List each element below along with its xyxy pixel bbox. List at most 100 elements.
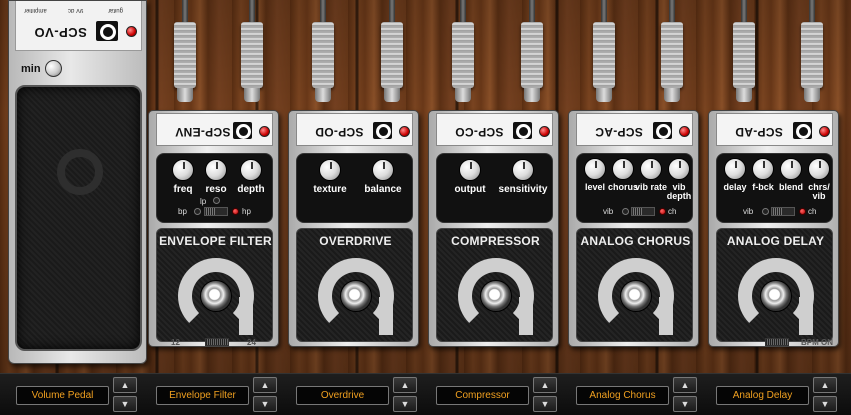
switch-label-lp: lp — [200, 197, 207, 206]
switch-led-right — [659, 208, 666, 215]
knob-texture[interactable] — [319, 159, 341, 181]
slot-up-arrow-icon[interactable]: ▲ — [673, 377, 697, 393]
ampeg-arc-bar — [799, 297, 813, 335]
slot-down-arrow-icon[interactable]: ▼ — [533, 396, 557, 412]
knob-level[interactable] — [584, 158, 606, 180]
switch-label-right: ch — [808, 207, 817, 216]
control-panel: freq reso depth lp bp hp — [156, 153, 273, 223]
switch-led-left — [194, 208, 201, 215]
control-panel: delay f-bck blend chrs/ vib vib ch — [716, 153, 833, 223]
switch-led-right — [799, 208, 806, 215]
knob-vib-rate[interactable] — [640, 158, 662, 180]
slot-selector[interactable]: Envelope Filter — [156, 386, 249, 405]
volume-pedal-led — [126, 26, 137, 37]
slot-down-arrow-icon[interactable]: ▼ — [813, 396, 837, 412]
knob-depth[interactable] — [240, 159, 262, 181]
mode-toggle-switch[interactable] — [771, 207, 795, 216]
bpm-toggle[interactable] — [765, 338, 789, 346]
volume-treadle[interactable] — [15, 85, 142, 351]
slot-selector[interactable]: Analog Delay — [716, 386, 809, 405]
stomp-footswitch[interactable] — [620, 280, 652, 312]
slot-down-arrow-icon[interactable]: ▼ — [393, 396, 417, 412]
switch-label-left: bp — [178, 207, 187, 216]
pedal-nameplate: SCP-OD — [296, 113, 413, 146]
pedal-nameplate: SCP-CO — [436, 113, 553, 146]
volume-pedal-head: amplifier 9V dc guitar SCP-VO — [15, 1, 142, 51]
slot-selector[interactable]: Compressor — [436, 386, 529, 405]
pedal-nameplate: SCP-ENV — [156, 113, 273, 146]
knob-output[interactable] — [459, 159, 481, 181]
ampeg-logo-icon — [96, 21, 118, 41]
knob-delay[interactable] — [724, 158, 746, 180]
stomp-footswitch[interactable] — [200, 280, 232, 312]
pedal-envelope-filter[interactable]: SCP-ENV freq reso depth lp bp hp ENVELOPE FILTE… — [148, 110, 279, 347]
pedal-led — [679, 126, 690, 137]
pedal-title: ANALOG DELAY — [726, 234, 825, 248]
slot-down-arrow-icon[interactable]: ▼ — [113, 396, 137, 412]
knob-reso[interactable] — [205, 159, 227, 181]
knob-label: sensitivity — [498, 184, 548, 195]
switch-label-right: hp — [242, 207, 251, 216]
slot-up-arrow-icon[interactable]: ▲ — [113, 377, 137, 393]
ampeg-watermark-icon — [57, 149, 103, 195]
slot-up-arrow-icon[interactable]: ▲ — [393, 377, 417, 393]
pedal-overdrive[interactable]: SCP-OD texture balance OVERDRIVE — [288, 110, 419, 347]
volume-pedal-name: SCP-VO — [34, 25, 87, 40]
pedal-model-name: SCP-CO — [455, 125, 504, 139]
pedal-led — [259, 126, 270, 137]
knob-sensitivity[interactable] — [512, 159, 534, 181]
knob-label: balance — [364, 184, 402, 195]
slot-up-arrow-icon[interactable]: ▲ — [533, 377, 557, 393]
ampeg-arc-bar — [519, 297, 533, 335]
mode-toggle-switch[interactable] — [204, 207, 228, 216]
slot-down-arrow-icon[interactable]: ▼ — [673, 396, 697, 412]
slot-up-arrow-icon[interactable]: ▲ — [253, 377, 277, 393]
control-panel: texture balance — [296, 153, 413, 223]
slot-selector[interactable]: Volume Pedal — [16, 386, 109, 405]
stomp-footswitch[interactable] — [480, 280, 512, 312]
pedal-title: ANALOG CHORUS — [580, 234, 691, 248]
ampeg-logo-icon — [373, 122, 392, 139]
knob-balance[interactable] — [372, 159, 394, 181]
pedal-led — [819, 126, 830, 137]
control-panel: level chorus vib rate vib depth vib ch — [576, 153, 693, 223]
ampeg-logo-icon — [233, 122, 252, 139]
pedal-body: ANALOG DELAY — [716, 228, 833, 342]
knob-label: vib depth — [666, 182, 692, 201]
slot-selector[interactable]: Analog Chorus — [576, 386, 669, 405]
switch-led-left — [622, 208, 629, 215]
pedal-body: ANALOG CHORUS — [576, 228, 693, 342]
pedal-nameplate: SCP-AC — [576, 113, 693, 146]
slot-selector[interactable]: Overdrive — [296, 386, 389, 405]
slot-up-arrow-icon[interactable]: ▲ — [813, 377, 837, 393]
knob-freq[interactable] — [172, 159, 194, 181]
volume-pedal[interactable]: amplifier 9V dc guitar SCP-VO min — [8, 0, 147, 364]
stomp-footswitch[interactable] — [760, 280, 792, 312]
pedal-title: OVERDRIVE — [319, 234, 392, 248]
knob-chrs-vib[interactable] — [808, 158, 830, 180]
mode-toggle-switch[interactable] — [631, 207, 655, 216]
control-panel: output sensitivity — [436, 153, 553, 223]
knob-chorus[interactable] — [612, 158, 634, 180]
pedal-model-name: SCP-AC — [595, 125, 643, 139]
min-knob-label: min — [21, 63, 41, 75]
pedal-compressor[interactable]: SCP-CO output sensitivity COMPRESSOR — [428, 110, 559, 347]
min-knob[interactable] — [45, 60, 62, 77]
knob-label: chrs/ vib — [808, 182, 830, 201]
pedal-model-name: SCP-AD — [735, 125, 783, 139]
ampeg-arc-bar — [239, 297, 253, 335]
knob-label: texture — [313, 184, 347, 195]
stomp-footswitch[interactable] — [340, 280, 372, 312]
knob-blend[interactable] — [780, 158, 802, 180]
knob-label: depth — [237, 184, 265, 195]
footer-toggle[interactable] — [205, 338, 229, 346]
knob-vib-depth[interactable] — [668, 158, 690, 180]
knob-f-bck[interactable] — [752, 158, 774, 180]
pedal-analog-chorus[interactable]: SCP-AC level chorus vib rate vib depth vib ch A… — [568, 110, 699, 347]
footer-label-bpm: BPM ON — [801, 338, 833, 347]
jack-label-amplifier: amplifier — [24, 7, 47, 13]
jack-label-guitar: guitar — [108, 7, 124, 13]
pedal-analog-delay[interactable]: SCP-AD delay f-bck blend chrs/ vib vib ch ANALO… — [708, 110, 839, 347]
footer-label-right: 24 — [247, 338, 256, 347]
slot-down-arrow-icon[interactable]: ▼ — [253, 396, 277, 412]
